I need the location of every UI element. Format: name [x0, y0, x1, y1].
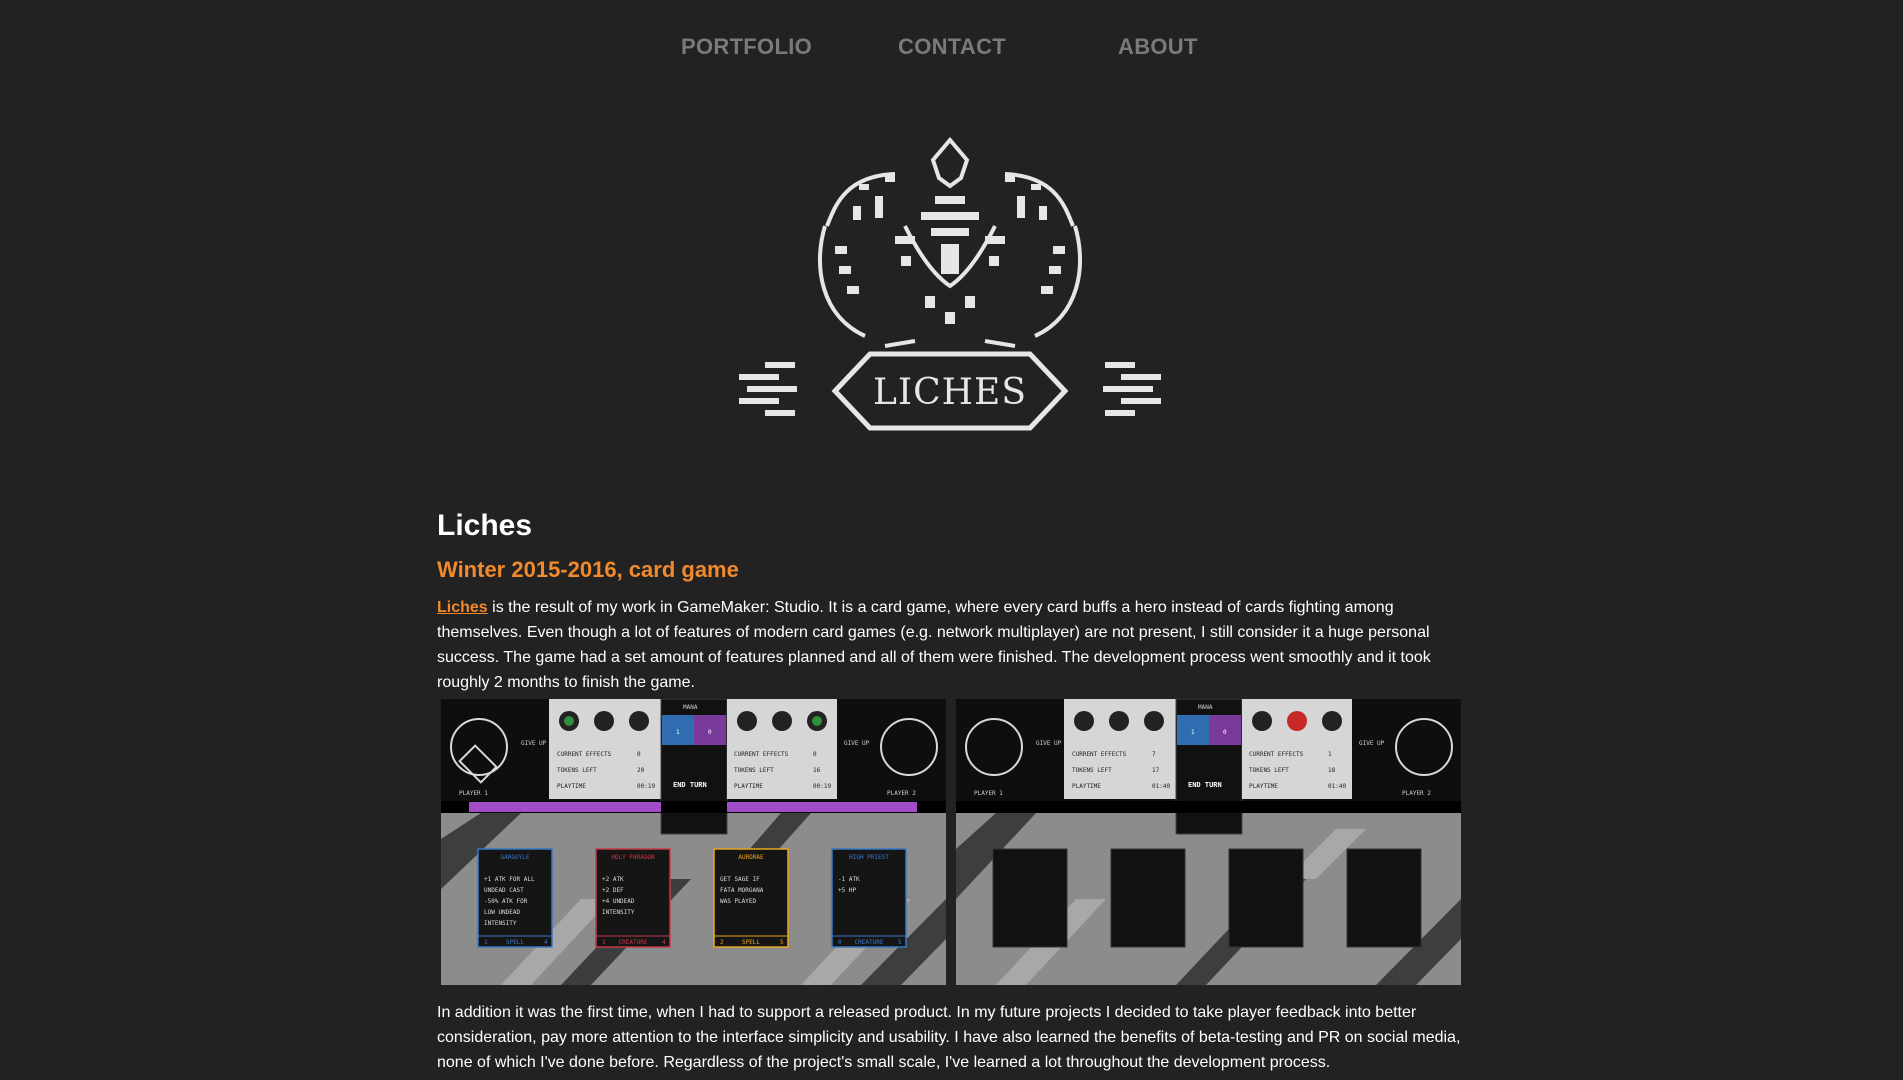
svg-text:5: 5: [898, 939, 902, 946]
svg-text:5: 5: [780, 939, 784, 946]
liches-logo: LICHES: [735, 136, 1165, 451]
svg-text:PLAYTIME: PLAYTIME: [1249, 783, 1278, 790]
svg-text:INTENSITY: INTENSITY: [484, 920, 517, 927]
svg-text:GIVE UP: GIVE UP: [1036, 740, 1062, 747]
svg-text:7: 7: [1152, 751, 1156, 758]
top-navigation: PORTFOLIO CONTACT ABOUT: [0, 34, 1903, 64]
end-turn-button-1: END TURN: [673, 781, 707, 789]
svg-text:+2 ATK: +2 ATK: [602, 876, 624, 883]
svg-text:SPELL: SPELL: [742, 939, 760, 946]
svg-text:SPELL: SPELL: [506, 939, 524, 946]
end-turn-button-2: END TURN: [1188, 781, 1222, 789]
svg-text:0: 0: [813, 751, 817, 758]
svg-text:CREATURE: CREATURE: [855, 939, 884, 946]
svg-text:+4 UNDEAD: +4 UNDEAD: [602, 898, 635, 905]
svg-text:TOKENS LEFT: TOKENS LEFT: [1072, 767, 1112, 774]
svg-text:1: 1: [484, 939, 488, 946]
logo-text: LICHES: [873, 372, 1027, 413]
svg-text:PLAYER 1: PLAYER 1: [974, 790, 1003, 797]
card-name: HIGH PRIEST: [849, 854, 889, 861]
game-card: HIGH PRIEST -1 ATK +5 HP CREATURE 0 5: [831, 848, 907, 948]
mana-label: MANA: [683, 704, 698, 711]
svg-text:CURRENT EFFECTS: CURRENT EFFECTS: [734, 751, 789, 758]
svg-text:0: 0: [637, 751, 641, 758]
player1-label: PLAYER 1: [459, 790, 488, 797]
svg-text:FATA MORGANA: FATA MORGANA: [720, 887, 764, 894]
svg-text:GIVE UP: GIVE UP: [844, 740, 870, 747]
svg-text:PLAYER 2: PLAYER 2: [1402, 790, 1431, 797]
svg-text:PLAYTIME: PLAYTIME: [1072, 783, 1101, 790]
svg-text:-1 ATK: -1 ATK: [838, 876, 860, 883]
svg-text:1: 1: [1191, 729, 1195, 736]
svg-text:20: 20: [637, 767, 645, 774]
project-intro-text: is the result of my work in GameMaker: S…: [437, 599, 1431, 691]
svg-text:01:40: 01:40: [1328, 783, 1346, 790]
svg-text:01:40: 01:40: [1152, 783, 1170, 790]
svg-text:1: 1: [1328, 751, 1332, 758]
svg-text:+1 ATK FOR ALL: +1 ATK FOR ALL: [484, 876, 535, 883]
svg-text:+5 HP: +5 HP: [838, 887, 856, 894]
svg-text:LOW UNDEAD: LOW UNDEAD: [484, 909, 521, 916]
svg-text:CURRENT EFFECTS: CURRENT EFFECTS: [1249, 751, 1304, 758]
svg-text:CURRENT EFFECTS: CURRENT EFFECTS: [1072, 751, 1127, 758]
svg-text:CREATURE: CREATURE: [619, 939, 648, 946]
card-name: GARGOYLE: [501, 854, 530, 861]
game-card: HOLY PARAGON +2 ATK +2 DEF +4 UNDEAD INTENSI…: [595, 848, 671, 948]
svg-text:WAS PLAYED: WAS PLAYED: [720, 898, 757, 905]
svg-text:00:19: 00:19: [813, 783, 831, 790]
svg-text:GET SAGE IF: GET SAGE IF: [720, 876, 760, 883]
game-card: GARGOYLE +1 ATK FOR ALL UNDEAD CAST -50% AT…: [477, 848, 553, 948]
svg-text:0: 0: [708, 729, 712, 736]
project-link[interactable]: Liches: [437, 599, 488, 616]
project-content: Liches Winter 2015-2016, card game Liche…: [437, 508, 1467, 695]
svg-text:17: 17: [1152, 767, 1160, 774]
nav-about-link[interactable]: ABOUT: [1118, 34, 1198, 60]
card-name: HOLY PARAGON: [611, 854, 655, 861]
nav-portfolio-link[interactable]: PORTFOLIO: [681, 34, 812, 60]
svg-text:4: 4: [662, 939, 666, 946]
svg-text:1: 1: [602, 939, 606, 946]
svg-text:-50% ATK FOR: -50% ATK FOR: [484, 898, 528, 905]
svg-text:TOKENS LEFT: TOKENS LEFT: [557, 767, 597, 774]
game-card: AURORAE GET SAGE IF FATA MORGANA WAS PLAYED…: [713, 848, 789, 948]
svg-text:GIVE UP: GIVE UP: [1359, 740, 1385, 747]
project-outro: In addition it was the first time, when …: [437, 1004, 1461, 1071]
svg-text:4: 4: [544, 939, 548, 946]
project-subtitle: Winter 2015-2016, card game: [437, 557, 739, 582]
svg-text:+2 DEF: +2 DEF: [602, 887, 624, 894]
liches-logo-icon: LICHES: [739, 136, 1161, 431]
screenshot-2: GIVE UP PLAYER 1 CURRENT EFFECTS TOKENS …: [956, 699, 1461, 985]
svg-text:0: 0: [838, 939, 842, 946]
game-screenshot-2-image: GIVE UP PLAYER 1 CURRENT EFFECTS TOKENS …: [956, 699, 1461, 985]
player2-label: PLAYER 2: [887, 790, 916, 797]
project-intro: Liches is the result of my work in GameM…: [437, 595, 1467, 695]
svg-text:CURRENT EFFECTS: CURRENT EFFECTS: [557, 751, 612, 758]
svg-text:PLAYTIME: PLAYTIME: [557, 783, 586, 790]
give-up-left: GIVE UP: [521, 740, 547, 747]
screenshots: GIVE UP PLAYER 1 CURRENT EFFECTS TOKENS …: [441, 699, 1461, 985]
svg-text:TOKENS LEFT: TOKENS LEFT: [734, 767, 774, 774]
svg-text:INTENSITY: INTENSITY: [602, 909, 635, 916]
svg-text:TOKENS LEFT: TOKENS LEFT: [1249, 767, 1289, 774]
project-title: Liches: [437, 509, 533, 542]
svg-text:16: 16: [813, 767, 821, 774]
game-screenshot-1-image: GIVE UP PLAYER 1 CURRENT EFFECTS TOKENS …: [441, 699, 946, 985]
svg-text:0: 0: [1223, 729, 1227, 736]
svg-text:00:19: 00:19: [637, 783, 655, 790]
svg-text:PLAYTIME: PLAYTIME: [734, 783, 763, 790]
svg-text:18: 18: [1328, 767, 1336, 774]
svg-text:2: 2: [720, 939, 724, 946]
project-outro-block: In addition it was the first time, when …: [437, 1000, 1467, 1075]
svg-text:UNDEAD CAST: UNDEAD CAST: [484, 887, 524, 894]
screenshot-1: GIVE UP PLAYER 1 CURRENT EFFECTS TOKENS …: [441, 699, 946, 985]
nav-contact-link[interactable]: CONTACT: [898, 34, 1006, 60]
svg-text:MANA: MANA: [1198, 704, 1213, 711]
card-name: AURORAE: [738, 854, 764, 861]
svg-text:1: 1: [676, 729, 680, 736]
